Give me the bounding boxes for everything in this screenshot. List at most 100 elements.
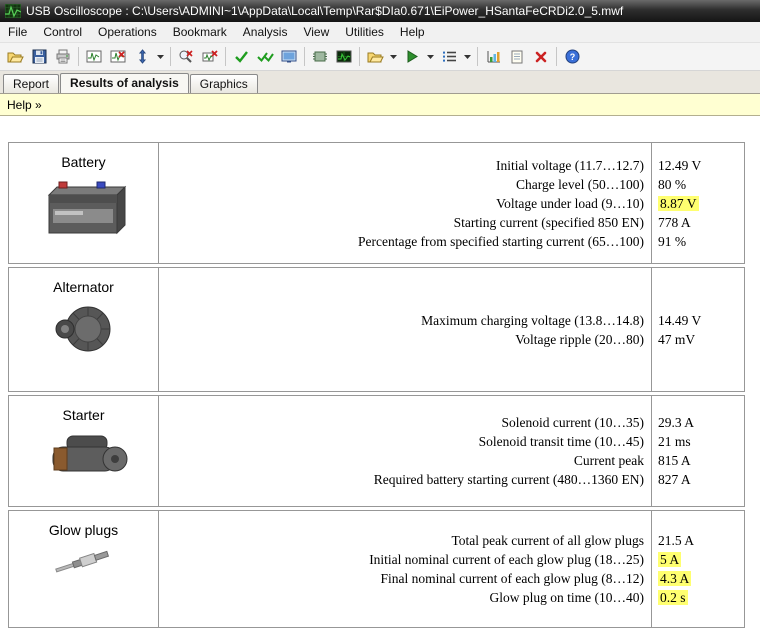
param-label: Solenoid transit time (10…45) <box>159 432 651 451</box>
title-bar: USB Oscilloscope : C:\Users\ADMINI~1\App… <box>0 0 760 22</box>
param-label: Starting current (specified 850 EN) <box>159 213 651 232</box>
menu-item-analysis[interactable]: Analysis <box>235 22 296 42</box>
toolbar: ? <box>0 43 760 71</box>
app-icon <box>5 4 21 18</box>
open-file-button[interactable] <box>3 45 27 69</box>
glow-plugs-labels: Total peak current of all glow plugsInit… <box>159 511 651 627</box>
signal-list-dropdown[interactable] <box>461 45 474 69</box>
toolbar-separator <box>556 47 557 66</box>
help-button[interactable]: ? <box>560 45 584 69</box>
waveform-close-button[interactable] <box>106 45 130 69</box>
scale-options-dropdown[interactable] <box>154 45 167 69</box>
param-label: Final nominal current of each glow plug … <box>159 569 651 588</box>
param-value: 4.3 A <box>652 569 744 588</box>
toolbar-separator <box>78 47 79 66</box>
starter-values: 29.3 A21 ms815 A827 A <box>651 396 744 506</box>
param-label: Total peak current of all glow plugs <box>159 531 651 550</box>
zoom-reset-button[interactable] <box>174 45 198 69</box>
glow-plugs-cell: Glow plugs <box>9 511 159 627</box>
param-value: 14.49 V <box>652 311 744 330</box>
param-value: 5 A <box>652 550 744 569</box>
param-label: Current peak <box>159 451 651 470</box>
starter-labels: Solenoid current (10…35)Solenoid transit… <box>159 396 651 506</box>
component-name: Alternator <box>53 279 114 295</box>
highlighted-value: 8.87 V <box>658 196 699 211</box>
print-button[interactable] <box>51 45 75 69</box>
param-value: 29.3 A <box>652 413 744 432</box>
menu-item-operations[interactable]: Operations <box>90 22 165 42</box>
section-glow-plugs: Glow plugs Total peak current of all glo… <box>8 510 745 628</box>
component-name: Starter <box>62 407 104 423</box>
toolbar-separator <box>359 47 360 66</box>
tab-bar: ReportResults of analysisGraphics <box>0 71 760 94</box>
confirm-all-button[interactable] <box>253 45 277 69</box>
param-label: Solenoid current (10…35) <box>159 413 651 432</box>
load-signal-button[interactable] <box>363 45 387 69</box>
vertical-scale-button[interactable] <box>130 45 154 69</box>
alternator-labels: Maximum charging voltage (13.8…14.8)Volt… <box>159 268 651 391</box>
alternator-cell: Alternator <box>9 268 159 391</box>
param-label: Initial voltage (11.7…12.7) <box>159 156 651 175</box>
analysis-chart-button[interactable] <box>481 45 505 69</box>
highlighted-value: 0.2 s <box>658 590 688 605</box>
delete-marks-button[interactable] <box>529 45 553 69</box>
alternator-values: 14.49 V47 mV <box>651 268 744 391</box>
save-file-button[interactable] <box>27 45 51 69</box>
waveform-panel-button[interactable] <box>82 45 106 69</box>
param-value: 47 mV <box>652 330 744 349</box>
device-display-button[interactable] <box>332 45 356 69</box>
zoom-clear-button[interactable] <box>198 45 222 69</box>
menu-item-control[interactable]: Control <box>35 22 90 42</box>
tab-report[interactable]: Report <box>3 74 59 93</box>
toolbar-separator <box>170 47 171 66</box>
section-alternator: Alternator Maximum charging voltage (13.… <box>8 267 745 392</box>
section-starter: Starter Solenoid current (10…35)Solenoid… <box>8 395 745 507</box>
param-value: 827 A <box>652 470 744 489</box>
results-table: Battery Initial voltage (11.7…12.7)Charg… <box>0 116 760 628</box>
load-signal-dropdown[interactable] <box>387 45 400 69</box>
glow-plug-image <box>51 545 117 579</box>
report-notes-button[interactable] <box>505 45 529 69</box>
component-name: Battery <box>61 154 105 170</box>
param-value: 0.2 s <box>652 588 744 607</box>
param-value: 778 A <box>652 213 744 232</box>
device-memory-button[interactable] <box>308 45 332 69</box>
battery-image <box>39 177 129 241</box>
battery-values: 12.49 V80 %8.87 V778 A91 % <box>651 143 744 263</box>
toolbar-separator <box>477 47 478 66</box>
param-value: 8.87 V <box>652 194 744 213</box>
menu-item-utilities[interactable]: Utilities <box>337 22 392 42</box>
param-label: Voltage ripple (20…80) <box>159 330 651 349</box>
battery-cell: Battery <box>9 143 159 263</box>
param-value: 80 % <box>652 175 744 194</box>
param-value: 21 ms <box>652 432 744 451</box>
screen-view-button[interactable] <box>277 45 301 69</box>
window-title: USB Oscilloscope : C:\Users\ADMINI~1\App… <box>26 4 623 18</box>
confirm-button[interactable] <box>229 45 253 69</box>
menu-bar: FileControlOperationsBookmarkAnalysisVie… <box>0 22 760 43</box>
param-label: Glow plug on time (10…40) <box>159 588 651 607</box>
help-bar: Help » <box>0 94 760 116</box>
play-record-button[interactable] <box>400 45 424 69</box>
tab-results-of-analysis[interactable]: Results of analysis <box>60 73 189 93</box>
signal-list-button[interactable] <box>437 45 461 69</box>
param-value: 21.5 A <box>652 531 744 550</box>
param-label: Charge level (50…100) <box>159 175 651 194</box>
starter-cell: Starter <box>9 396 159 506</box>
svg-text:?: ? <box>569 52 575 62</box>
param-label: Initial nominal current of each glow plu… <box>159 550 651 569</box>
param-value: 815 A <box>652 451 744 470</box>
menu-item-view[interactable]: View <box>295 22 337 42</box>
param-label: Voltage under load (9…10) <box>159 194 651 213</box>
menu-item-bookmark[interactable]: Bookmark <box>165 22 235 42</box>
help-link[interactable]: Help » <box>7 98 42 112</box>
menu-item-help[interactable]: Help <box>392 22 433 42</box>
highlighted-value: 4.3 A <box>658 571 691 586</box>
menu-item-file[interactable]: File <box>0 22 35 42</box>
param-label: Required battery starting current (480…1… <box>159 470 651 489</box>
param-value: 12.49 V <box>652 156 744 175</box>
play-record-dropdown[interactable] <box>424 45 437 69</box>
alternator-image <box>53 302 115 356</box>
tab-graphics[interactable]: Graphics <box>190 74 258 93</box>
section-battery: Battery Initial voltage (11.7…12.7)Charg… <box>8 142 745 264</box>
